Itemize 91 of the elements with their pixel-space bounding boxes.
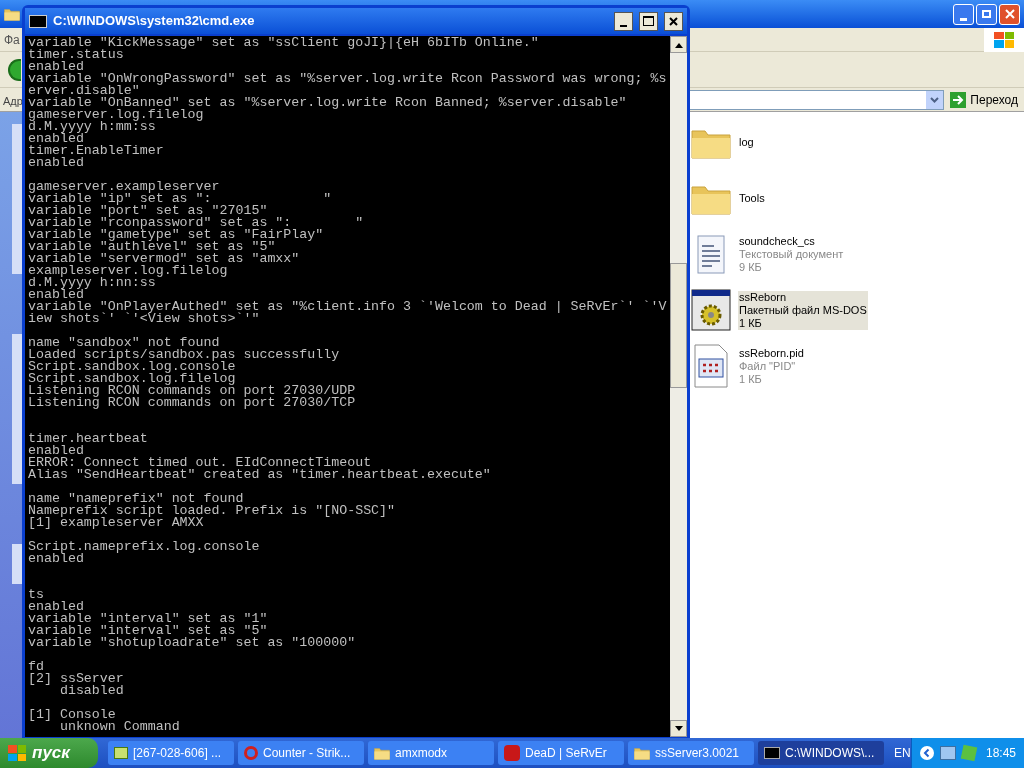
console-line: variable "servermod" set as "amxx"	[28, 253, 300, 265]
taskbar-button[interactable]: Counter - Strik...	[238, 741, 364, 765]
console-line: Script.sandbox.log.console	[28, 361, 236, 373]
console-line: ts	[28, 586, 44, 601]
console-line: variable "rconpassword" set as ": "	[28, 217, 364, 229]
console-line: enabled	[28, 289, 84, 301]
file-item[interactable]: Tools	[738, 191, 766, 205]
close-button[interactable]	[664, 11, 683, 31]
console-line: Listening RCON commands on port 27030/TCP	[28, 397, 356, 409]
console-line: variable "port" set as "27015"	[28, 205, 268, 217]
console-line: exampleserver.log.filelog	[28, 265, 228, 277]
console-line: fd	[28, 661, 44, 673]
scrollbar[interactable]	[670, 36, 687, 737]
console-icon	[29, 14, 47, 28]
console-line: disabled	[58, 685, 124, 697]
console-line: enabled	[28, 445, 84, 457]
console-line: Script.sandbox.log.filelog	[28, 373, 236, 385]
console-line: variable "gametype" set as "FairPlay"	[28, 229, 324, 241]
taskbar-button[interactable]: C:\WINDOWS\...	[758, 741, 884, 765]
taskbar-button[interactable]: amxmodx	[368, 741, 494, 765]
console-line: enabled	[28, 61, 84, 73]
back-icon[interactable]	[8, 58, 21, 81]
console-line: erver.disable"	[28, 85, 140, 97]
file-item[interactable]: ssReborn Пакетный файл MS-DOS 1 КБ	[738, 290, 868, 330]
windows-logo	[8, 745, 26, 761]
console-line: variable "authlevel" set as "5"	[28, 241, 276, 253]
language-indicator[interactable]: EN	[894, 744, 911, 762]
chevron-icon[interactable]	[919, 746, 934, 760]
file-item[interactable]: soundcheck_cs Текстовый документ 9 КБ	[738, 234, 845, 274]
console-line: Loaded scripts/sandbox.pas successfully	[28, 349, 340, 361]
console-line: variable "interval" set as "5"	[28, 625, 268, 637]
console-line: ERROR: Connect timed out. EIdConnectTimeout	[28, 457, 372, 469]
scroll-up-icon[interactable]	[670, 36, 687, 53]
console-line: gameserver.exampleserver	[28, 181, 220, 193]
gear-window-icon	[691, 289, 731, 331]
go-button[interactable]: Переход	[944, 90, 1024, 109]
ring-icon	[244, 746, 258, 760]
console-line: timer.status	[28, 49, 124, 61]
address-label: Адр	[3, 94, 23, 107]
taskbar-button[interactable]: [267-028-606] ...	[108, 741, 234, 765]
console-line: variable "interval" set as "1"	[28, 613, 268, 625]
folder-icon	[634, 746, 650, 760]
windows-logo	[984, 27, 1024, 52]
console-icon	[764, 747, 780, 759]
file-item[interactable]: ssReborn.pid Файл "PID" 1 КБ	[738, 346, 805, 386]
console-line: name "sandbox" not found	[28, 337, 220, 349]
close-icon	[1004, 9, 1015, 19]
console-line: name "nameprefix" not found	[28, 493, 244, 505]
start-button[interactable]: пуск	[0, 738, 98, 768]
window-title: C:\WINDOWS\system32\cmd.exe	[53, 12, 256, 31]
console-line: enabled	[28, 553, 84, 565]
scroll-thumb[interactable]	[670, 263, 687, 388]
console-line: Nameprefix script loaded. Prefix is "[NO-SSC]"	[28, 505, 396, 517]
console-line: Script.nameprefix.log.console	[28, 541, 260, 553]
console-line: variable "OnWrongPassword" set as "%server.log.write Rcon Password was wrong; %s	[28, 73, 667, 85]
close-icon	[669, 16, 678, 26]
console-line: d.M.yyyy h:nn:ss	[28, 277, 156, 289]
console-line: [1] exampleserver AMXX	[28, 517, 204, 529]
scroll-down-icon[interactable]	[670, 720, 687, 737]
taskbar-button[interactable]: DeaD | SeRvEr	[498, 741, 624, 765]
console-line: d.M.yyyy h:mm:ss	[28, 121, 156, 133]
console-line: Alias "SendHeartbeat" created as "timer.heartbeat.execute"	[28, 469, 491, 481]
console-line: variable "ip" set as ": "	[28, 193, 332, 205]
folder-icon	[4, 7, 20, 21]
console-line: timer.EnableTimer	[28, 145, 164, 157]
console-line: [1] Console	[28, 709, 116, 721]
clock[interactable]: 18:45	[981, 744, 1016, 762]
minimize-button[interactable]	[614, 11, 633, 31]
console-line: [2] ssServer	[28, 673, 124, 685]
console-line: variable "KickMessage" set as "ssClient goJI}|{eH 6bITb Online."	[28, 37, 539, 49]
console-line: timer.heartbeat	[28, 430, 148, 445]
document-icon	[693, 343, 729, 389]
console-line: iew shots`' `'<View shots>`'"	[28, 313, 260, 325]
folder-icon	[374, 746, 390, 760]
console-line: enabled	[28, 133, 84, 145]
file-item[interactable]: log	[738, 135, 755, 149]
console-line: variable "OnPlayerAuthed" set as "%client.info 3 `'Welcom to Dead | SeRvEr`' `'V	[28, 301, 667, 313]
console-line: gameserver.log.filelog	[28, 109, 204, 121]
console-line: unknown Command	[58, 721, 180, 733]
menu-item[interactable]: Фа	[0, 30, 20, 49]
notepad-icon	[695, 233, 727, 275]
taskbar-button[interactable]: ssServer3.0021	[628, 741, 754, 765]
arrow-icon	[950, 91, 967, 108]
restore-button[interactable]	[976, 3, 997, 25]
dropdown-icon[interactable]	[926, 90, 944, 109]
console-line: enabled	[28, 601, 84, 613]
console-line: Listening RCON commands on port 27030/UDP	[28, 385, 356, 397]
console-line: variable "shotuploadrate" set as "100000"	[28, 637, 356, 649]
console-line: enabled	[28, 157, 84, 169]
console-line: variable "OnBanned" set as "%server.log.write Rcon Banned; %server.disable"	[28, 97, 627, 109]
maximize-button[interactable]	[639, 11, 658, 31]
